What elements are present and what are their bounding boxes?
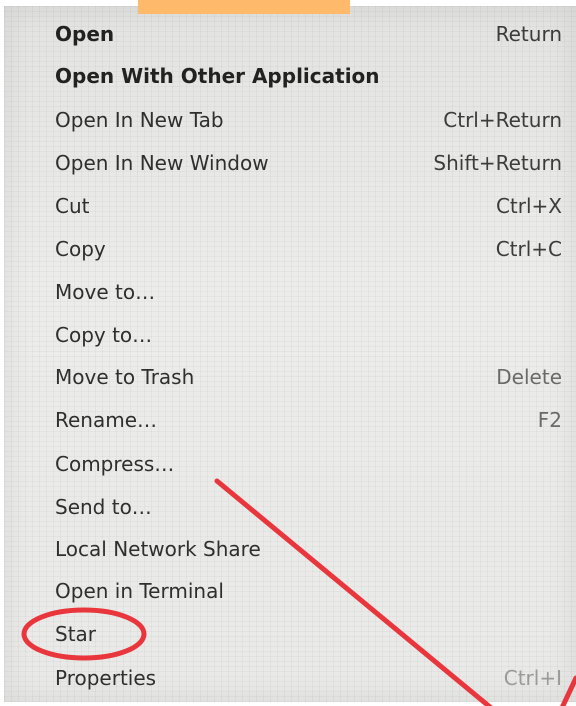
- menu-item-label: Send to…: [55, 495, 152, 519]
- menu-item-label: Open: [55, 22, 115, 46]
- photo-frame: Open Return Open With Other Application …: [0, 0, 576, 706]
- menu-item-open-in-new-tab[interactable]: Open In New Tab Ctrl+Return: [4, 99, 576, 141]
- menu-item-move-to-trash[interactable]: Move to Trash Delete: [4, 356, 576, 398]
- menu-item-shortcut: F2: [537, 408, 562, 432]
- menu-item-send-to[interactable]: Send to…: [4, 486, 576, 528]
- menu-item-move-to[interactable]: Move to…: [4, 271, 576, 313]
- menu-item-shortcut: Ctrl+Return: [443, 108, 562, 132]
- menu-item-label: Properties: [55, 666, 157, 690]
- menu-item-shortcut: Ctrl+X: [495, 194, 562, 218]
- menu-item-shortcut: Shift+Return: [433, 151, 562, 175]
- menu-item-open-with-other-application[interactable]: Open With Other Application: [4, 55, 576, 97]
- menu-item-label: Open In New Tab: [55, 108, 224, 132]
- menu-item-copy-to[interactable]: Copy to…: [4, 314, 576, 356]
- menu-item-properties[interactable]: Properties Ctrl+I: [4, 657, 576, 699]
- menu-item-label: Cut: [55, 194, 90, 218]
- menu-item-label: Move to…: [55, 280, 156, 304]
- menu-item-shortcut: Ctrl+I: [503, 666, 562, 690]
- menu-item-label: Star: [55, 622, 97, 646]
- menu-item-label: Rename…: [55, 408, 158, 432]
- menu-item-shortcut: Ctrl+C: [495, 237, 562, 261]
- menu-item-local-network-share[interactable]: Local Network Share: [4, 528, 576, 570]
- menu-item-label: Open With Other Application: [55, 64, 380, 88]
- orange-top-tab: [138, 0, 350, 14]
- menu-item-label: Copy to…: [55, 323, 153, 347]
- menu-item-label: Open in Terminal: [55, 579, 224, 603]
- menu-item-rename[interactable]: Rename… F2: [4, 399, 576, 441]
- menu-item-open-in-new-window[interactable]: Open In New Window Shift+Return: [4, 142, 576, 184]
- context-menu: Open Return Open With Other Application …: [4, 6, 576, 702]
- menu-item-label: Move to Trash: [55, 365, 195, 389]
- menu-item-star[interactable]: Star: [4, 613, 576, 655]
- menu-item-compress[interactable]: Compress…: [4, 443, 576, 485]
- menu-item-open-in-terminal[interactable]: Open in Terminal: [4, 570, 576, 612]
- menu-item-cut[interactable]: Cut Ctrl+X: [4, 185, 576, 227]
- menu-item-label: Compress…: [55, 452, 175, 476]
- menu-item-shortcut: Delete: [496, 365, 562, 389]
- menu-item-label: Local Network Share: [55, 537, 261, 561]
- menu-item-label: Copy: [55, 237, 106, 261]
- menu-item-copy[interactable]: Copy Ctrl+C: [4, 228, 576, 270]
- menu-item-label: Open In New Window: [55, 151, 269, 175]
- menu-item-shortcut: Return: [495, 22, 562, 46]
- menu-item-open[interactable]: Open Return: [4, 13, 576, 55]
